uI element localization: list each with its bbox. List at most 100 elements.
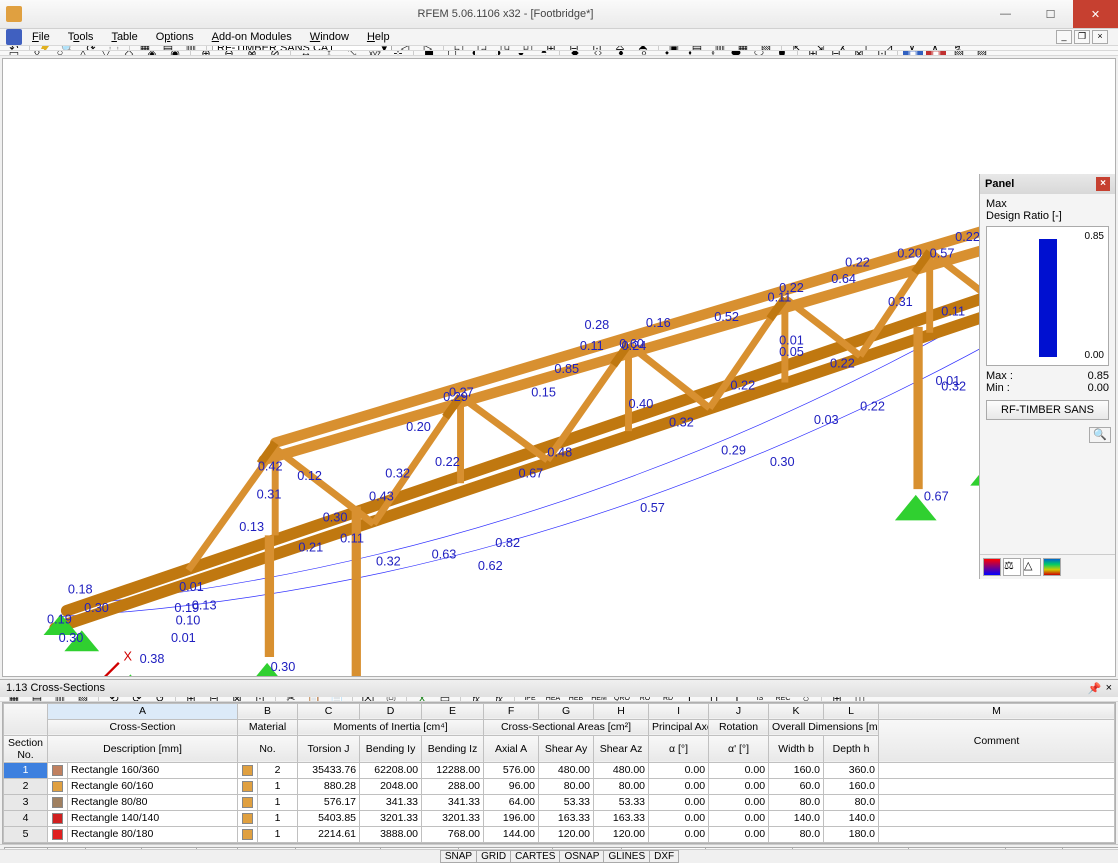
svg-text:0.11: 0.11 [340, 530, 364, 545]
svg-text:0.63: 0.63 [432, 547, 457, 562]
r24[interactable]: ⬥ [565, 51, 585, 56]
r19[interactable]: ⬡ [442, 51, 462, 56]
r29[interactable]: ⬪ [680, 51, 700, 56]
r27[interactable]: ⬨ [634, 51, 654, 56]
r30[interactable]: ⬫ [703, 51, 723, 56]
r36[interactable]: ⊠ [849, 51, 869, 56]
pin-icon[interactable]: 📌 [1088, 682, 1102, 695]
svg-text:0.15: 0.15 [531, 384, 556, 399]
gauge-bar [1039, 239, 1057, 357]
svg-text:0.20: 0.20 [897, 245, 922, 260]
svg-text:0.22: 0.22 [845, 255, 870, 270]
r21[interactable]: ◑ [488, 51, 508, 56]
logo-icon [6, 29, 22, 45]
r5[interactable]: ▽ [96, 51, 116, 56]
menu-file[interactable]: File [24, 29, 58, 45]
panel-module-button[interactable]: RF-TIMBER SANS [986, 400, 1109, 420]
r28[interactable]: ⬩ [657, 51, 677, 56]
table-row[interactable]: 2 Rectangle 60/160 1 880.282048.00288.00… [4, 778, 1115, 794]
r20[interactable]: ◐ [465, 51, 485, 56]
panel-title: Panel [985, 178, 1014, 190]
r18[interactable]: ⬢ [419, 51, 439, 56]
r37[interactable]: ⊡ [872, 51, 892, 56]
svg-text:0.30: 0.30 [323, 510, 348, 525]
r9[interactable]: ⊕ [196, 51, 216, 56]
svg-text:0.22: 0.22 [435, 454, 460, 469]
r26[interactable]: ⬧ [611, 51, 631, 56]
svg-text:0.22: 0.22 [730, 377, 755, 392]
r23[interactable]: ◓ [534, 51, 554, 56]
r39[interactable]: ▣ [926, 51, 946, 56]
r4[interactable]: △ [73, 51, 93, 56]
svg-text:0.30: 0.30 [59, 630, 84, 645]
r22[interactable]: ◒ [511, 51, 531, 56]
mdi-restore[interactable]: ❐ [1074, 30, 1090, 44]
table-row[interactable]: 5 Rectangle 80/180 1 2214.613888.00768.0… [4, 826, 1115, 842]
status-grid[interactable]: GRID [476, 850, 511, 863]
r25[interactable]: ⬦ [588, 51, 608, 56]
r12[interactable]: ⊘ [265, 51, 285, 56]
svg-text:0.52: 0.52 [714, 309, 739, 324]
status-snap[interactable]: SNAP [440, 850, 477, 863]
r38[interactable]: ▣ [903, 51, 923, 56]
menu-options[interactable]: Options [148, 29, 202, 45]
close-icon[interactable]: × [1106, 682, 1112, 695]
minimize-button[interactable]: — [983, 0, 1028, 28]
status-cartes[interactable]: CARTES [510, 850, 560, 863]
svg-text:0.16: 0.16 [646, 315, 671, 330]
status-glines[interactable]: GLINES [603, 850, 650, 863]
table-row[interactable]: 3 Rectangle 80/80 1 576.17341.33341.33 6… [4, 794, 1115, 810]
svg-text:0.11: 0.11 [941, 303, 965, 318]
r1[interactable]: ▭ [4, 51, 24, 56]
panel-header[interactable]: Panel × [980, 174, 1115, 194]
menu-addon[interactable]: Add-on Modules [204, 29, 300, 45]
r40[interactable]: ▧ [949, 51, 969, 56]
close-button[interactable]: ✕ [1073, 0, 1118, 28]
status-osnap[interactable]: OSNAP [559, 850, 604, 863]
r32[interactable]: ⬭ [749, 51, 769, 56]
window-title: RFEM 5.06.1106 x32 - [Footbridge*] [28, 8, 983, 20]
r6[interactable]: ◇ [119, 51, 139, 56]
table-row[interactable]: 4 Rectangle 140/140 1 5403.853201.333201… [4, 810, 1115, 826]
ptab-color[interactable] [983, 558, 1001, 576]
r3[interactable]: ○ [50, 51, 70, 56]
r34[interactable]: ⊞ [803, 51, 823, 56]
r33[interactable]: ⬮ [772, 51, 792, 56]
menu-tools[interactable]: Tools [60, 29, 102, 45]
menu-table[interactable]: Table [103, 29, 145, 45]
r2[interactable]: ◊ [27, 51, 47, 56]
r14[interactable]: ↕ [319, 51, 339, 56]
r16[interactable]: xyz [365, 51, 385, 56]
r8[interactable]: ◉ [165, 51, 185, 56]
ptab-4[interactable] [1043, 558, 1061, 576]
r15[interactable]: ⤡ [342, 51, 362, 56]
r13[interactable]: ↔ [296, 51, 316, 56]
svg-text:0.18: 0.18 [68, 581, 93, 596]
status-dxf[interactable]: DXF [649, 850, 679, 863]
svg-text:0.11: 0.11 [580, 338, 604, 353]
r17[interactable]: ⊹ [388, 51, 408, 56]
menu-help[interactable]: Help [359, 29, 398, 45]
ptab-3[interactable]: △ [1023, 558, 1041, 576]
r11[interactable]: ⊗ [242, 51, 262, 56]
r41[interactable]: ▨ [972, 51, 992, 56]
mdi-min[interactable]: _ [1056, 30, 1072, 44]
r10[interactable]: ⊖ [219, 51, 239, 56]
r7[interactable]: ◈ [142, 51, 162, 56]
r31[interactable]: ⬬ [726, 51, 746, 56]
table-row[interactable]: 1 Rectangle 160/360 2 35433.7662208.0012… [4, 762, 1115, 778]
r35[interactable]: ⊟ [826, 51, 846, 56]
panel-body: Max Design Ratio [-] 0.85 0.00 Max :0.85… [980, 194, 1115, 424]
3d-viewport[interactable]: X Y Z 0.190.300.180.300.380.010.100.190.… [3, 59, 1115, 676]
menu-window[interactable]: Window [302, 29, 357, 45]
cross-sections-table[interactable]: A B CDE FGH IJ KL M Cross-Section Materi… [2, 702, 1116, 844]
svg-text:0.20: 0.20 [406, 419, 431, 434]
maximize-button[interactable]: ☐ [1028, 0, 1073, 28]
svg-text:0.13: 0.13 [192, 598, 217, 613]
panel-close-icon[interactable]: × [1096, 177, 1110, 191]
zoom-icon[interactable]: 🔍 [1089, 427, 1111, 443]
svg-text:0.57: 0.57 [930, 245, 955, 260]
mdi-close[interactable]: × [1092, 30, 1108, 44]
ptab-2[interactable]: ⚖ [1003, 558, 1021, 576]
svg-text:0.24: 0.24 [622, 338, 647, 353]
